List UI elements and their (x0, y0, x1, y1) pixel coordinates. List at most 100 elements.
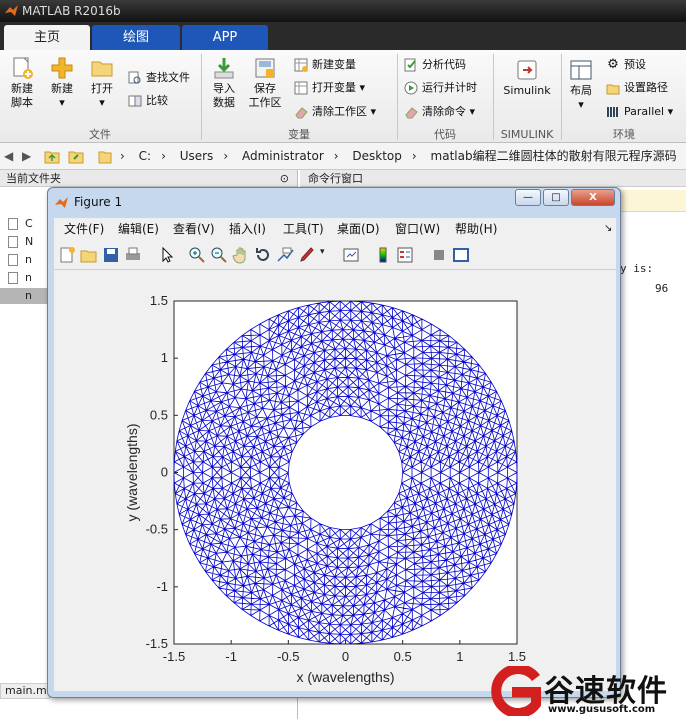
file-item[interactable]: N (25, 234, 33, 250)
breadcrumb-item[interactable]: C: (139, 149, 151, 163)
tab-plots[interactable]: 绘图 (92, 25, 180, 50)
data-cursor-icon[interactable] (276, 246, 294, 264)
menu-file[interactable]: 文件(F) (64, 218, 104, 240)
file-tab-main[interactable]: main.m (0, 683, 50, 699)
legend-icon[interactable] (396, 246, 414, 264)
watermark-logo-icon (491, 666, 541, 716)
breadcrumb: › C: › Users › Administrator › Desktop › mat… (120, 143, 686, 169)
file-item[interactable]: C (25, 216, 33, 232)
new-script-icon (13, 57, 33, 79)
tab-home[interactable]: 主页 (4, 25, 90, 50)
save-workspace-button[interactable]: 保存 工作区 (246, 56, 284, 110)
browse-folder-icon[interactable] (68, 149, 84, 164)
new-script-button[interactable]: 新建 脚本 (4, 56, 40, 110)
run-and-time-button[interactable]: 运行并计时 (404, 80, 477, 98)
file-item[interactable]: n (25, 252, 32, 268)
open-variable-icon (294, 81, 308, 95)
figure-menubar: 文件(F) 编辑(E) 查看(V) 插入(I) 工具(T) 桌面(D) 窗口(W… (54, 218, 616, 240)
open-variable-button[interactable]: 打开变量 ▾ (294, 80, 365, 98)
hide-tools-icon[interactable] (430, 246, 448, 264)
maximize-button[interactable]: □ (543, 189, 569, 206)
ribbon-tabs: 主页 绘图 APP (0, 22, 686, 50)
compare-button[interactable]: 比较 (128, 93, 168, 111)
open-button[interactable]: 打开 ▾ (86, 56, 118, 110)
zoom-out-icon[interactable] (210, 246, 228, 264)
figure-titlebar[interactable]: Figure 1 — □ X (48, 188, 620, 216)
link-plot-icon[interactable] (342, 246, 360, 264)
chevron-down-icon[interactable]: ▾ (320, 247, 325, 257)
x-tick-label: -1 (225, 649, 237, 664)
app-title: MATLAB R2016b (22, 4, 121, 18)
menu-insert[interactable]: 插入(I) (229, 218, 266, 240)
y-tick-label: -0.5 (146, 522, 168, 537)
close-button[interactable]: X (571, 189, 615, 206)
colorbar-icon[interactable] (374, 246, 392, 264)
file-item[interactable]: n (25, 270, 32, 286)
folder-icon (98, 151, 112, 164)
analyze-code-button[interactable]: 分析代码 (404, 57, 466, 75)
command-window-header: 命令行窗口 (300, 170, 686, 187)
breadcrumb-item[interactable]: matlab编程二维圆柱体的散射有限元程序源码 (431, 149, 677, 163)
rotate-3d-icon[interactable] (254, 246, 272, 264)
menu-tools[interactable]: 工具(T) (283, 218, 324, 240)
breadcrumb-separator: › (333, 149, 339, 163)
menu-edit[interactable]: 编辑(E) (118, 218, 159, 240)
menu-help[interactable]: 帮助(H) (455, 218, 497, 240)
y-tick-label: -1 (156, 579, 168, 594)
forward-arrow-icon[interactable]: ▶ (22, 143, 31, 169)
menu-desktop[interactable]: 桌面(D) (337, 218, 380, 240)
print-icon[interactable] (124, 246, 142, 264)
brush-icon[interactable] (298, 246, 316, 264)
menubar-dock-icon[interactable]: ↘ (604, 218, 612, 240)
new-figure-icon[interactable] (58, 246, 76, 264)
x-tick-label: 0.5 (394, 649, 412, 664)
group-simulink-label: SIMULINK (500, 128, 554, 141)
save-workspace-icon (255, 58, 275, 78)
show-tools-icon[interactable] (452, 246, 470, 264)
layout-button[interactable]: 布局 ▾ (566, 58, 596, 112)
up-folder-icon[interactable] (44, 149, 60, 164)
simulink-button[interactable]: Simulink (500, 58, 554, 98)
save-icon[interactable] (102, 246, 120, 264)
pan-hand-icon[interactable] (232, 246, 250, 264)
tab-apps[interactable]: APP (182, 25, 268, 50)
eraser-icon (295, 107, 308, 119)
breadcrumb-item[interactable]: Administrator (242, 149, 324, 163)
ribbon: 新建 脚本 新建 ▾ 打开 ▾ 查找文件 比较 文件 导入 数据 保存 工作区 新建… (0, 50, 686, 143)
matlab-logo-icon (5, 5, 18, 16)
clear-commands-button[interactable]: 清除命令 ▾ (404, 104, 475, 122)
parallel-button[interactable]: Parallel ▾ (606, 104, 673, 122)
minimize-button[interactable]: — (515, 189, 541, 206)
file-icon (8, 254, 18, 266)
new-variable-button[interactable]: 新建变量 (294, 57, 356, 75)
menu-window[interactable]: 窗口(W) (395, 218, 440, 240)
back-arrow-icon[interactable]: ◀ (4, 143, 13, 169)
group-variable-label: 变量 (288, 128, 310, 141)
breadcrumb-item[interactable]: Desktop (352, 149, 402, 163)
file-item-selected[interactable]: n (0, 288, 48, 304)
group-environment-label: 环境 (613, 128, 635, 141)
figure-canvas[interactable]: -1.5 -1 -0.5 0 0.5 1 1.5 -1.5 -1 -0.5 0 0.5 1 1.5 x (… (54, 270, 616, 691)
breadcrumb-separator: › (120, 149, 125, 163)
folder-icon (91, 61, 113, 77)
open-file-icon[interactable] (80, 246, 98, 264)
import-data-button[interactable]: 导入 数据 (208, 56, 240, 110)
panel-menu-icon[interactable]: ⊙ (280, 170, 289, 187)
breadcrumb-item[interactable]: Users (180, 149, 214, 163)
menu-view[interactable]: 查看(V) (173, 218, 215, 240)
preferences-button[interactable]: ⚙ 预设 (606, 57, 646, 75)
run-and-time-icon (404, 81, 418, 95)
parallel-icon (607, 107, 618, 117)
command-output-value: 96 (655, 282, 669, 295)
clear-workspace-button[interactable]: 清除工作区 ▾ (294, 104, 376, 122)
chevron-down-icon: ▾ (469, 105, 476, 118)
zoom-in-icon[interactable] (188, 246, 206, 264)
find-files-button[interactable]: 查找文件 (128, 70, 190, 88)
new-variable-icon (294, 58, 308, 72)
figure-window[interactable]: Figure 1 — □ X 文件(F) 编辑(E) 查看(V) 插入(I) 工… (47, 187, 621, 698)
y-tick-label: 1 (161, 350, 168, 365)
new-button[interactable]: 新建 ▾ (46, 56, 78, 110)
pointer-icon[interactable] (158, 246, 176, 264)
set-path-button[interactable]: 设置路径 (606, 80, 668, 98)
chevron-down-icon: ▾ (578, 98, 584, 111)
